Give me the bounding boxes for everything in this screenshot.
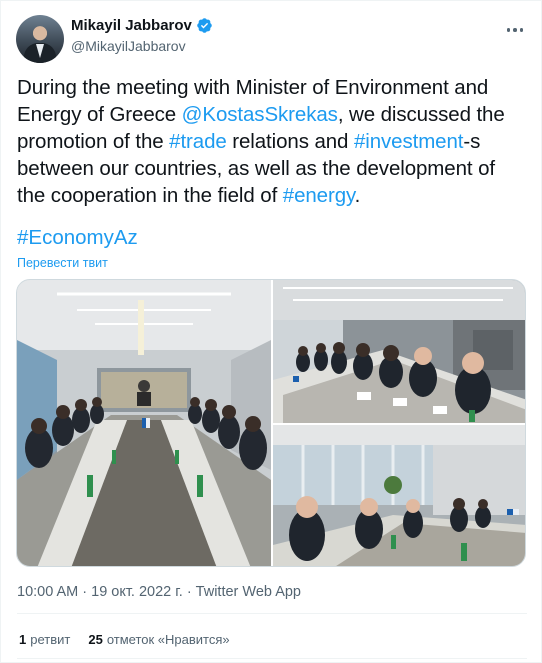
tweet-timestamp[interactable]: 10:00 AM · 19 окт. 2022 г. · Twitter Web…: [17, 584, 301, 600]
engagement-stats: 1 ретвит 25 отметок «Нравится»: [19, 632, 230, 647]
divider: [17, 658, 527, 659]
tweet-text-part: relations and: [226, 130, 354, 153]
retweets-label: ретвит: [30, 632, 71, 647]
mention-link[interactable]: @KostasSkrekas: [182, 103, 338, 126]
meeting-photo-3[interactable]: [273, 425, 525, 566]
tweet-text-part: .: [354, 184, 361, 207]
tweet-text: During the meeting with Minister of Envi…: [17, 74, 522, 209]
author-name-row: Mikayil Jabbarov: [71, 17, 213, 34]
translate-tweet-link[interactable]: Перевести твит: [17, 256, 108, 270]
more-options-icon[interactable]: [504, 19, 526, 41]
divider: [17, 613, 527, 614]
retweets-stat[interactable]: 1 ретвит: [19, 632, 70, 647]
verified-badge-icon: [197, 18, 212, 33]
hashtag-economyaz-link[interactable]: #EconomyAz: [17, 226, 138, 250]
likes-count: 25: [88, 632, 103, 647]
hashtag-trade-link[interactable]: #trade: [169, 130, 227, 153]
retweets-count: 1: [19, 632, 27, 647]
hashtag-energy-link[interactable]: #energy: [283, 184, 355, 207]
likes-label: отметок «Нравится»: [106, 632, 230, 647]
hashtag-investment-link[interactable]: #investment: [354, 130, 464, 153]
photo-grid: [16, 279, 526, 567]
likes-stat[interactable]: 25 отметок «Нравится»: [88, 632, 229, 647]
author-name[interactable]: Mikayil Jabbarov: [71, 17, 192, 34]
author-handle[interactable]: @MikayilJabbarov: [71, 38, 186, 54]
avatar[interactable]: [16, 15, 64, 63]
meeting-photo-2[interactable]: [273, 280, 525, 423]
meeting-photo-1[interactable]: [17, 280, 271, 566]
tweet-card: Mikayil Jabbarov @MikayilJabbarov During…: [0, 0, 542, 663]
